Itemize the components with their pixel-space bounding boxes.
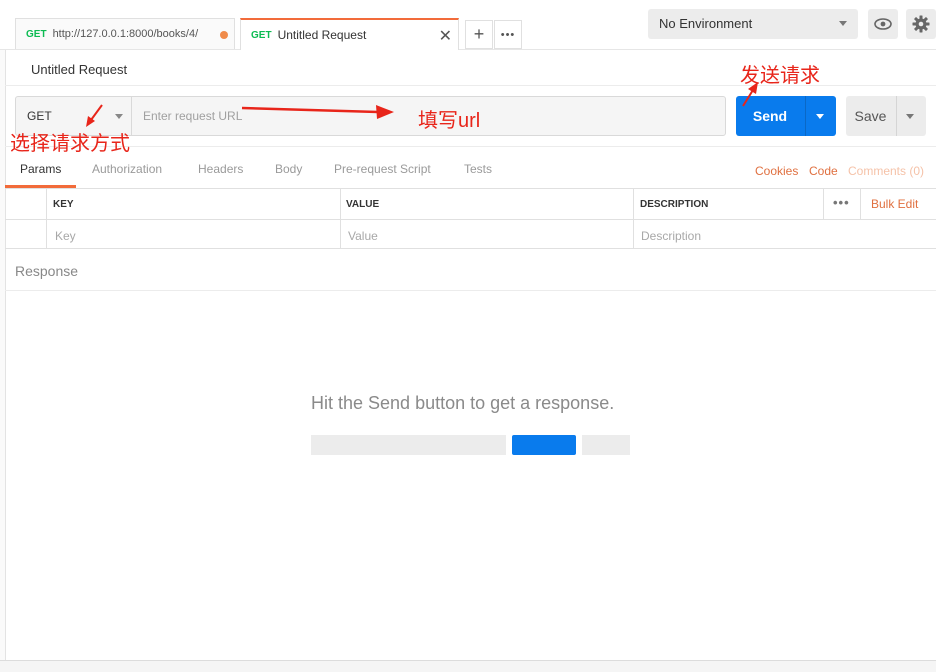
postman-window: GET http://127.0.0.1:8000/books/4/ GET U… [0,0,936,672]
annotation-arrow [241,106,379,114]
annotation-arrow [90,104,103,121]
annotation-arrow [742,89,754,107]
annotation-arrowhead [748,82,758,94]
annotation-arrowhead [376,105,394,119]
status-bar [0,660,936,672]
annotation-arrows [86,82,758,127]
